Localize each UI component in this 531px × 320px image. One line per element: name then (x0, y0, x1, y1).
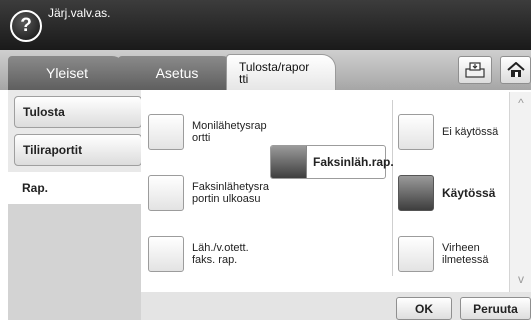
option-on-error[interactable]: Virheen ilmetessä (398, 236, 488, 272)
title-bar: ? Järj.valv.as. (0, 0, 531, 50)
tab-print-report-label-line2: tti (239, 71, 249, 86)
column-divider (392, 100, 393, 276)
report-print-icon[interactable] (458, 56, 492, 84)
checkbox-enabled[interactable] (398, 175, 434, 211)
sidebar-item-report[interactable]: Rap. (8, 172, 149, 204)
tab-print-report-label-line1: Tulosta/rapor (239, 59, 310, 74)
label-fax-send-report: Faksinläh.rap. (313, 155, 394, 169)
cancel-button[interactable]: Peruuta (460, 297, 531, 320)
scroll-down-icon[interactable]: v (513, 272, 529, 288)
option-multi-send-report[interactable]: Monilähetysrap ortti (148, 114, 267, 150)
sidebar-empty-area (8, 204, 141, 320)
tab-setup[interactable]: Asetus (118, 56, 236, 90)
ok-button[interactable]: OK (396, 297, 452, 320)
tab-general[interactable]: Yleiset (8, 56, 126, 90)
sidebar: Tulosta Tiliraportit Rap. (8, 90, 149, 320)
home-icon[interactable] (500, 56, 531, 84)
checkbox-sent-received-fax-report[interactable] (148, 236, 184, 272)
checkbox-disabled[interactable] (398, 114, 434, 150)
label-fax-send-report-outside: Faksinlähetysra portin ulkoasu (192, 181, 270, 205)
option-disabled[interactable]: Ei käytössä (398, 114, 498, 150)
tab-bar: Yleiset Asetus Tulosta/rapor tti (0, 50, 531, 90)
selected-indicator-fax-send-report (271, 146, 307, 178)
label-disabled: Ei käytössä (442, 126, 499, 138)
checkbox-fax-send-report-outside[interactable] (148, 175, 184, 211)
sidebar-item-print[interactable]: Tulosta (14, 96, 142, 128)
checkbox-multi-send-report[interactable] (148, 114, 184, 150)
option-fax-send-report-outside[interactable]: Faksinlähetysra portin ulkoasu (148, 175, 269, 211)
option-fax-send-report[interactable]: Faksinläh.rap. (270, 145, 394, 179)
sidebar-item-account-reports[interactable]: Tiliraportit (14, 134, 142, 166)
label-enabled: Käytössä (442, 186, 496, 200)
screen-title: Järj.valv.as. (48, 6, 111, 20)
label-multi-send-report: Monilähetysrap ortti (192, 120, 267, 144)
label-on-error: Virheen ilmetessä (442, 242, 489, 266)
tab-print-report[interactable]: Tulosta/rapor tti (226, 54, 336, 90)
option-enabled[interactable]: Käytössä (398, 175, 495, 211)
scrollbar[interactable]: ^ v (509, 92, 531, 292)
option-sent-received-fax-report[interactable]: Läh./v.otett. faks. rap. (148, 236, 249, 272)
label-sent-received-fax-report: Läh./v.otett. faks. rap. (192, 242, 249, 266)
checkbox-on-error[interactable] (398, 236, 434, 272)
scroll-up-icon[interactable]: ^ (513, 96, 529, 112)
help-button[interactable]: ? (10, 10, 42, 42)
